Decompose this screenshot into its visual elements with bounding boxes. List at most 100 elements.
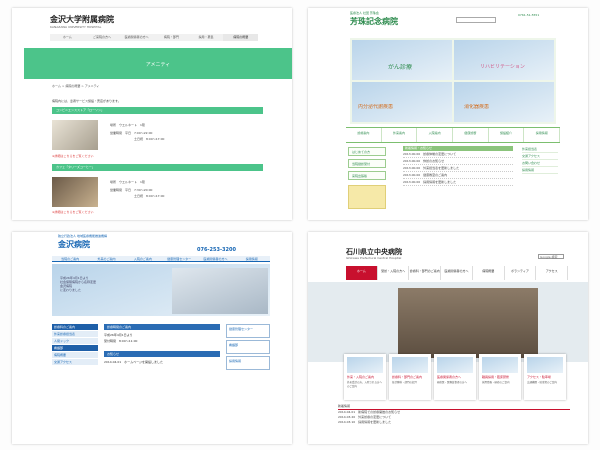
site-logo[interactable]: 芳珠記念病院: [350, 16, 398, 27]
nav-item[interactable]: ボランティア: [505, 266, 537, 280]
shop-photo: [52, 177, 98, 207]
menu-item[interactable]: 診療案内: [346, 128, 382, 142]
card-title: 職員採用・臨床研修: [482, 375, 510, 379]
card-title: アクセス・駐車場: [527, 375, 551, 379]
nav-item[interactable]: 医療関係者の方へ: [197, 256, 233, 261]
left-menu-item[interactable]: 診療科のご案内: [52, 324, 98, 330]
nav-item[interactable]: 外来のご案内: [88, 256, 124, 261]
search-input[interactable]: Google 検索: [538, 254, 564, 259]
left-menu-item[interactable]: 人間ドック: [52, 338, 98, 344]
left-menu-item[interactable]: 看護部: [52, 345, 98, 351]
news-item[interactable]: 2013.00.00 健康教室のご案内: [403, 172, 513, 179]
card-title: 診療科・部門のご案内: [392, 375, 423, 379]
service-card[interactable]: 医療関係者の方へ 研修医・医療従事者の方へ: [434, 354, 476, 400]
banner-rehab[interactable]: [454, 40, 554, 80]
building-photo: [172, 268, 268, 314]
news-item[interactable]: 2013.00.00 外来担当表を更新しました: [403, 165, 513, 172]
card-photo: [347, 357, 383, 373]
side-button[interactable]: 来院出張版: [348, 171, 386, 180]
service-card[interactable]: 職員採用・臨床研修 採用情報・研修のご案内: [479, 354, 521, 400]
site-logo[interactable]: 金沢大学附属病院: [50, 14, 114, 25]
nav-item[interactable]: アクセス: [536, 266, 569, 280]
card-photo: [482, 357, 518, 373]
banner-grid: がん診療 リハビリテーション 内分泌代謝疾患 消化器疾患: [350, 38, 556, 124]
section-header: コンビニエンスストア「ローソン」: [52, 107, 263, 114]
nav-item[interactable]: 健康管理センター: [161, 256, 197, 261]
nav-item[interactable]: 入院のご案内: [125, 256, 161, 261]
nav-item[interactable]: 採用・募集: [189, 34, 224, 41]
news-item[interactable]: 2013.00.00 診療体制の変更について: [403, 151, 513, 158]
main-nav: ホーム ご来院の方へ 医療関係者の方へ 病院・部門 採用・募集 病院の概要: [50, 34, 259, 41]
menu-item[interactable]: 入院案内: [417, 128, 454, 142]
banner-cancer[interactable]: [352, 40, 452, 80]
nav-item[interactable]: 病院・部門: [154, 34, 189, 41]
card-desc: 研修医・医療従事者の方へ: [437, 381, 468, 384]
news-item[interactable]: 2013.00.00 休診のお知らせ: [403, 158, 513, 165]
hours-text: 土日祝 8:00～17:00: [134, 137, 165, 141]
quick-link[interactable]: 交通アクセス: [522, 153, 558, 160]
menu-item[interactable]: 施設紹介: [489, 128, 525, 142]
nav-item[interactable]: ご来院の方へ: [85, 34, 120, 41]
service-card[interactable]: アクセス・駐車場 交通機関・駐車場のご案内: [524, 354, 566, 400]
nav-item[interactable]: 当院のご案内: [52, 256, 88, 261]
banner-endocrine[interactable]: [352, 82, 452, 122]
content-row: 平成26年4月1日より: [104, 333, 133, 337]
detail-link[interactable]: ※詳細はこちらをご覧ください: [52, 210, 94, 214]
menu-item[interactable]: 外来案内: [382, 128, 418, 142]
right-banner[interactable]: 健康管理センター: [226, 324, 270, 338]
left-menu-item[interactable]: 外来診療担当表: [52, 331, 98, 337]
search-input[interactable]: [456, 17, 496, 23]
content-row: 受付時間 8:00～11:00: [104, 339, 138, 343]
banner-digestive[interactable]: [454, 82, 554, 122]
service-card[interactable]: 外来・入院のご案内 外来受診の方、入院される方へのご案内: [344, 354, 386, 400]
card-title: 外来・入院のご案内: [347, 375, 375, 379]
nav-item[interactable]: ホーム: [50, 34, 85, 41]
nav-item[interactable]: 受診・入院の方へ: [378, 266, 410, 280]
news-item[interactable]: 2013.00.00 採用情報を更新しました: [403, 179, 513, 186]
location-text: 場所 ウエルネート 1階: [110, 180, 145, 184]
banner-label: リハビリテーション: [480, 64, 525, 70]
info-banner[interactable]: [348, 185, 386, 209]
detail-link[interactable]: ※詳細はこちらをご覧ください: [52, 154, 94, 158]
section-header: 診療時間のご案内: [104, 324, 220, 330]
nav-item[interactable]: 病院の概要: [223, 34, 259, 41]
left-menu-item[interactable]: 交通アクセス: [52, 359, 98, 365]
breadcrumb[interactable]: ホーム > 病院の概要 > アメニティ: [52, 84, 99, 88]
right-banner[interactable]: 採用情報: [226, 356, 270, 370]
nav-item[interactable]: 医療関係者の方へ: [441, 266, 473, 280]
menu-item[interactable]: 健康診断: [453, 128, 489, 142]
right-banner[interactable]: 看護部: [226, 340, 270, 354]
card-desc: 各診療科・部門の紹介: [392, 381, 418, 384]
section-header: お知らせ: [104, 351, 220, 357]
menu-item[interactable]: 採用情報: [524, 128, 561, 142]
service-card[interactable]: 診療科・部門のご案内 各診療科・部門の紹介: [389, 354, 431, 400]
nav-item[interactable]: 診療科・部門のご案内: [409, 266, 442, 280]
quick-link[interactable]: 外来担当表: [522, 146, 558, 153]
quick-link[interactable]: お問い合わせ: [522, 160, 558, 167]
quick-links: 外来担当表 交通アクセス お問い合わせ 採用情報: [522, 146, 558, 174]
quick-link[interactable]: 採用情報: [522, 167, 558, 174]
intro-text: 病院内には、患者サービス施設・売店があります。: [52, 99, 121, 103]
side-button[interactable]: はじめての方: [348, 147, 386, 156]
nav-item[interactable]: 採用情報: [234, 256, 270, 261]
page-title: アメニティ: [145, 62, 171, 68]
card-desc: 交通機関・駐車場のご案内: [527, 381, 558, 384]
left-menu-item[interactable]: 病院概要: [52, 352, 98, 358]
nav-item[interactable]: 医療関係者の方へ: [119, 34, 154, 41]
news-list: 新着情報・お知らせ 2013.00.00 診療体制の変更について 2013.00…: [403, 146, 513, 186]
section-header: カフェ「タリーズコーヒー」: [52, 164, 263, 171]
screenshot-hoju-memorial: 医療法人 社団 芳珠会 芳珠記念病院 0761-51-5551 がん診療 リハビ…: [308, 8, 588, 220]
side-button[interactable]: 当院健診受付: [348, 159, 386, 168]
main-content: 診療時間のご案内 平成26年4月1日より 受付時間 8:00～11:00 お知ら…: [104, 324, 220, 364]
banner-label: 消化器疾患: [464, 104, 490, 110]
site-logo[interactable]: 金沢病院: [58, 239, 90, 250]
nav-item-home[interactable]: ホーム: [346, 266, 378, 280]
left-menu: 診療科のご案内 外来診療担当表 人間ドック 看護部 病院概要 交通アクセス: [52, 324, 98, 366]
phone-number: 0761-51-5551: [518, 13, 540, 17]
right-banners: 健康管理センター 看護部 採用情報: [226, 324, 270, 372]
nav-item[interactable]: 病院概要: [473, 266, 505, 280]
news-item[interactable]: 2014.03.10 採用情報を更新しました: [338, 420, 570, 425]
main-nav: 当院のご案内 外来のご案内 入院のご案内 健康管理センター 医療関係者の方へ 採…: [52, 256, 270, 262]
news-item[interactable]: 2014.04.01 ホームページを開設しました: [104, 360, 220, 364]
logo-prefix: 医療法人 社団 芳珠会: [350, 11, 379, 15]
